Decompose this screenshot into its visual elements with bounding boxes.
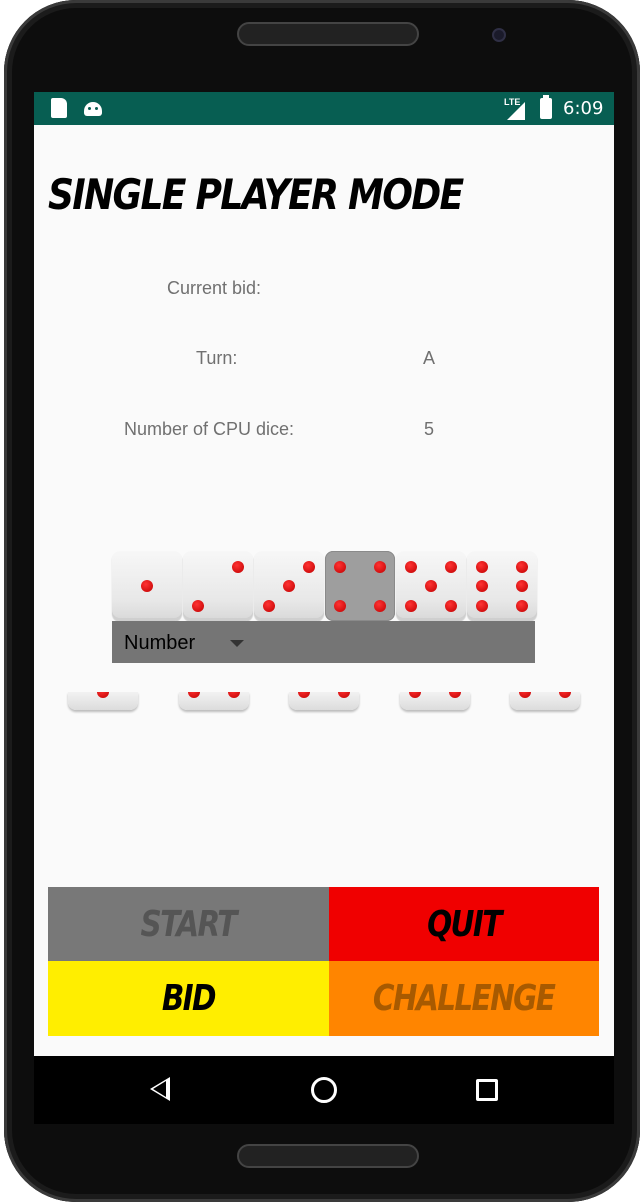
pip-icon <box>516 600 528 612</box>
cpu-die <box>399 692 470 710</box>
pip-icon <box>405 600 417 612</box>
quit-button[interactable]: QUIT <box>329 887 599 961</box>
cpu-dice-label: Number of CPU dice: <box>124 419 295 439</box>
cpu-die <box>510 692 580 710</box>
pip-icon <box>141 580 153 592</box>
challenge-button[interactable]: CHALLENGE <box>329 961 599 1036</box>
pip-icon <box>408 692 421 698</box>
bid-button[interactable]: BID <box>48 961 329 1036</box>
pip-icon <box>227 692 240 698</box>
die-face-2[interactable] <box>183 551 253 621</box>
pip-icon <box>97 692 109 698</box>
spinner-label: Number <box>124 632 196 654</box>
quit-button-label: QUIT <box>427 903 502 945</box>
dropdown-caret-icon <box>230 640 244 647</box>
current-bid-label: Current bid: <box>167 278 262 298</box>
status-time: 6:09 <box>563 98 604 119</box>
signal-icon <box>507 102 525 120</box>
sd-card-icon <box>51 98 67 118</box>
turn-label: Turn: <box>196 348 238 368</box>
die-face-3[interactable] <box>254 551 324 621</box>
cpu-dice-value: 5 <box>424 419 435 439</box>
pip-icon <box>232 561 244 573</box>
pip-icon <box>559 692 571 698</box>
pip-icon <box>516 580 528 592</box>
pip-icon <box>298 692 310 698</box>
bottom-speaker <box>237 1144 419 1168</box>
pip-icon <box>338 692 350 698</box>
pip-icon <box>334 600 346 612</box>
pip-icon <box>334 561 346 573</box>
pip-icon <box>476 600 488 612</box>
start-button[interactable]: START <box>48 887 329 961</box>
start-button-label: START <box>140 903 238 945</box>
pip-icon <box>374 600 386 612</box>
pip-icon <box>405 561 417 573</box>
cpu-die <box>289 692 359 710</box>
pip-icon <box>448 692 461 698</box>
pip-icon <box>445 561 457 573</box>
die-face-5[interactable] <box>396 551 466 621</box>
pip-icon <box>187 692 200 698</box>
android-debug-icon <box>84 102 102 116</box>
page-title: Single Player Mode <box>48 170 464 219</box>
app-screen: LTE 6:09 Single Player Mode Current bid:… <box>34 92 614 1056</box>
pip-icon <box>476 580 488 592</box>
pip-icon <box>263 600 275 612</box>
pip-icon <box>445 600 457 612</box>
pip-icon <box>476 561 488 573</box>
bid-button-label: BID <box>161 978 217 1019</box>
die-face-1[interactable] <box>112 551 182 621</box>
pip-icon <box>192 600 204 612</box>
status-bar: LTE 6:09 <box>34 92 614 125</box>
pip-icon <box>516 561 528 573</box>
die-face-4[interactable] <box>325 551 395 621</box>
earpiece-speaker <box>237 22 419 46</box>
home-icon[interactable] <box>311 1077 337 1103</box>
cpu-die <box>68 692 138 710</box>
pip-icon <box>303 561 315 573</box>
pip-icon <box>374 561 386 573</box>
turn-value: A <box>423 348 436 368</box>
back-icon[interactable] <box>150 1077 170 1101</box>
pip-icon <box>425 580 437 592</box>
cpu-die <box>178 692 249 710</box>
number-spinner[interactable]: Number <box>112 621 535 663</box>
die-face-6[interactable] <box>467 551 537 621</box>
pip-icon <box>519 692 531 698</box>
challenge-button-label: CHALLENGE <box>373 978 556 1019</box>
pip-icon <box>283 580 295 592</box>
battery-charging-icon <box>540 95 552 119</box>
navigation-bar <box>34 1056 614 1124</box>
front-camera <box>492 28 506 42</box>
recent-apps-icon[interactable] <box>476 1079 498 1101</box>
